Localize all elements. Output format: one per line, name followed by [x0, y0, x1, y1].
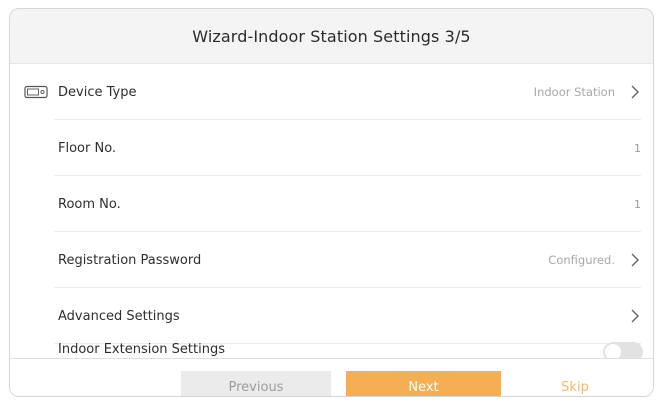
floor-no-row[interactable]: Floor No. 1	[10, 120, 653, 176]
floor-no-label: Floor No.	[58, 140, 117, 156]
toggle-knob	[605, 344, 621, 358]
settings-list: Device Type Indoor Station Floor No. 1 R…	[10, 64, 653, 358]
device-type-row[interactable]: Device Type Indoor Station	[10, 64, 653, 120]
advanced-settings-row[interactable]: Advanced Settings	[10, 288, 653, 344]
registration-password-value: Configured.	[548, 253, 615, 267]
footer-bar: Previous Next Skip	[10, 358, 653, 396]
indoor-extension-label: Indoor Extension Settings	[58, 342, 225, 357]
room-no-row[interactable]: Room No. 1	[10, 176, 653, 232]
device-type-label: Device Type	[58, 84, 137, 100]
registration-password-row[interactable]: Registration Password Configured.	[10, 232, 653, 288]
device-icon	[24, 85, 48, 99]
previous-button[interactable]: Previous	[181, 371, 331, 396]
next-button[interactable]: Next	[346, 371, 501, 396]
chevron-right-icon	[625, 250, 645, 270]
skip-button[interactable]: Skip	[535, 371, 615, 396]
title-bar: Wizard-Indoor Station Settings 3/5	[10, 9, 653, 64]
floor-no-value: 1	[634, 141, 641, 155]
indoor-extension-toggle[interactable]	[603, 342, 643, 358]
chevron-right-icon	[625, 82, 645, 102]
room-no-label: Room No.	[58, 196, 121, 212]
chevron-right-icon	[625, 306, 645, 326]
indoor-extension-row[interactable]: Indoor Extension Settings	[10, 342, 653, 358]
registration-password-label: Registration Password	[58, 252, 202, 268]
page-title: Wizard-Indoor Station Settings 3/5	[192, 26, 471, 46]
advanced-settings-label: Advanced Settings	[58, 308, 180, 324]
device-type-value: Indoor Station	[533, 85, 615, 99]
room-no-value: 1	[634, 197, 641, 211]
wizard-window: Wizard-Indoor Station Settings 3/5 Devic…	[9, 8, 654, 397]
